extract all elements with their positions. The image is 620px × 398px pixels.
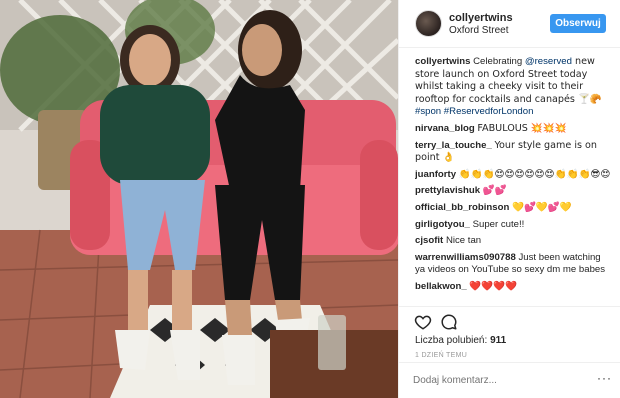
comment-item: bellakwon_ ❤️❤️❤️❤️ [415, 281, 611, 294]
caption: collyertwins Celebrating @reserved new s… [415, 56, 611, 119]
comment-text: ❤️❤️❤️❤️ [469, 280, 518, 292]
mention-link[interactable]: @reserved [525, 56, 572, 67]
comment-username[interactable]: collyertwins [415, 56, 470, 67]
comment-username[interactable]: bellakwon_ [415, 281, 467, 292]
post-location[interactable]: Oxford Street [449, 25, 508, 36]
comments-list: collyertwins Celebrating @reserved new s… [415, 56, 611, 306]
comment-username[interactable]: prettylavishuk [415, 185, 480, 196]
more-options-icon[interactable]: ··· [597, 371, 612, 385]
post-photo[interactable] [0, 0, 398, 398]
add-comment-input[interactable] [413, 372, 583, 388]
comment-item: prettylavishuk 💕💕 [415, 185, 611, 198]
heart-icon[interactable] [414, 313, 432, 331]
comment-username[interactable]: juanforty [415, 169, 456, 180]
comment-username[interactable]: official_bb_robinson [415, 202, 509, 213]
comment-username[interactable]: warrenwilliams090788 [415, 252, 516, 263]
comment-item: warrenwilliams090788 Just been watching … [415, 252, 611, 277]
comment-text: 👏👏👏😍😍😍😍😍😍👏👏👏😎😍 [458, 168, 611, 180]
comment-username[interactable]: terry_la_touche_ [415, 140, 492, 151]
post-username[interactable]: collyertwins [449, 12, 513, 24]
comment-text: Nice tan [445, 235, 482, 247]
likes-number: 911 [490, 335, 507, 346]
comment-icon[interactable] [440, 313, 458, 331]
comment-username[interactable]: nirvana_blog [415, 123, 475, 134]
comment-username[interactable]: cjsofit [415, 235, 443, 246]
comment-item: terry_la_touche_ Your style game is on p… [415, 140, 611, 165]
comment-text: 💕💕 [482, 185, 507, 197]
post-side-panel: collyertwins Oxford Street Obserwuj coll… [398, 0, 620, 398]
add-comment-bar: ··· [399, 362, 620, 398]
avatar[interactable] [415, 10, 442, 37]
likes-label: Liczba polubień: [415, 335, 488, 346]
comment-username[interactable]: girligotyou_ [415, 219, 470, 230]
comment-item: girligotyou_ Super cute!! [415, 219, 611, 232]
comment-text: 💛💕💛💕💛 [512, 201, 572, 213]
likes-count[interactable]: Liczba polubień: 911 [415, 335, 506, 346]
comment-item: juanforty 👏👏👏😍😍😍😍😍😍👏👏👏😎😍 [415, 169, 611, 182]
post-timestamp[interactable]: 1 DZIEŃ TEMU [415, 352, 467, 359]
follow-button[interactable]: Obserwuj [550, 14, 606, 33]
comment-item: nirvana_blog FABULOUS 💥💥💥 [415, 123, 611, 136]
hashtags-link[interactable]: #spon #ReservedforLondon [415, 106, 533, 117]
photo-two-women-on-pink-sofa-icon [0, 0, 398, 398]
comment-item: cjsofit Nice tan [415, 235, 611, 248]
comment-text: Super cute!! [472, 218, 525, 230]
caption-text: Celebrating [473, 56, 525, 67]
post-header: collyertwins Oxford Street Obserwuj [399, 0, 620, 48]
comment-item: official_bb_robinson 💛💕💛💕💛 [415, 202, 611, 215]
comment-text: FABULOUS 💥💥💥 [477, 122, 567, 134]
